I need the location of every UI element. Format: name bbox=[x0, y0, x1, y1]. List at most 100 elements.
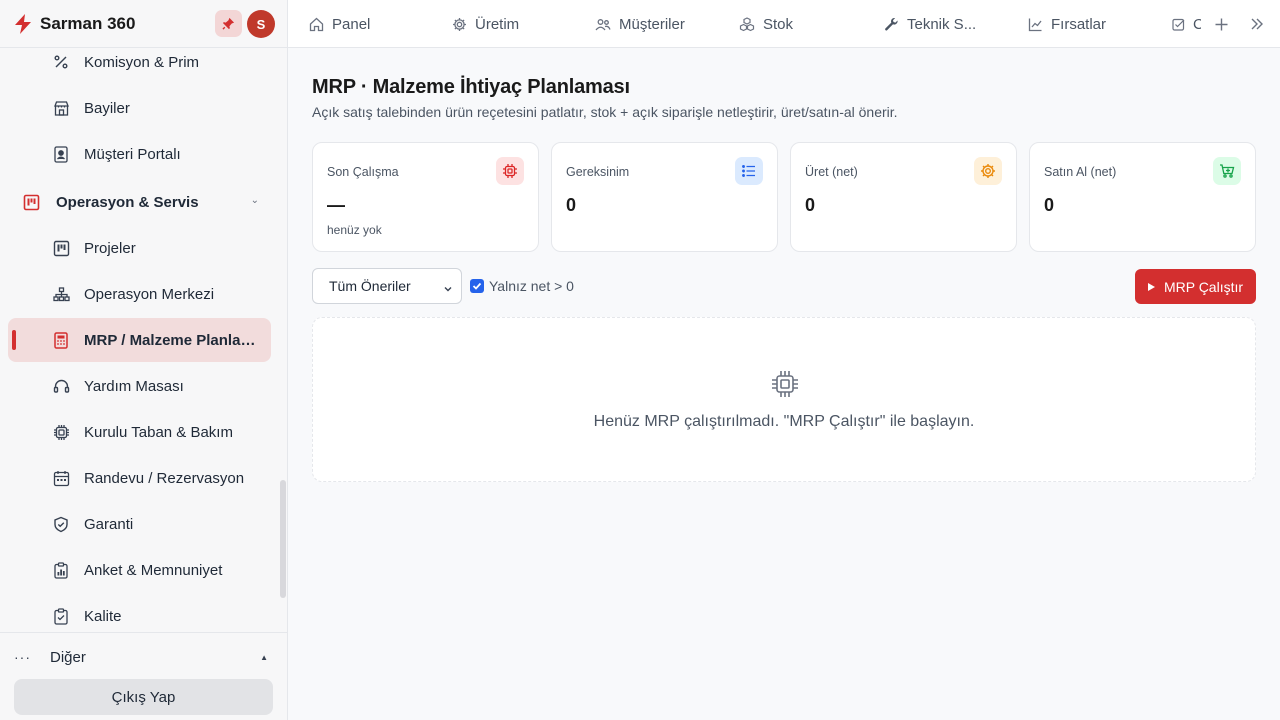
hierarchy-icon bbox=[52, 285, 70, 303]
survey-icon bbox=[52, 561, 70, 579]
sidebar-item-operasyon-merkezi[interactable]: Operasyon Merkezi bbox=[8, 272, 271, 316]
avatar[interactable]: S bbox=[247, 10, 275, 38]
sidebar-item-bayiler[interactable]: Bayiler bbox=[8, 86, 271, 130]
clipboard-check-icon bbox=[52, 607, 70, 625]
run-mrp-button[interactable]: MRP Çalıştır bbox=[1135, 269, 1256, 304]
empty-state-message: Henüz MRP çalıştırılmadı. "MRP Çalıştır"… bbox=[593, 413, 975, 430]
sidebar-item-mrp[interactable]: MRP / Malzeme Planlaması bbox=[8, 318, 271, 362]
gear-icon bbox=[974, 157, 1002, 185]
sidebar-group-operasyon-servis[interactable]: Operasyon & Servis ⌄ bbox=[8, 180, 271, 224]
bolt-icon bbox=[12, 13, 34, 35]
chip-icon bbox=[496, 157, 524, 185]
shield-icon bbox=[52, 515, 70, 533]
tab-label: Stok bbox=[763, 15, 794, 33]
cart-icon bbox=[1213, 157, 1241, 185]
stat-card-son-calisma: Son Çalışma — henüz yok bbox=[312, 142, 539, 252]
sidebar-item-komisyon[interactable]: Komisyon & Prim bbox=[8, 48, 271, 84]
tab-uretim[interactable]: Üretim bbox=[451, 0, 519, 48]
sidebar-item-label: MRP / Malzeme Planlaması bbox=[84, 331, 262, 349]
main-content: MRP · Malzeme İhtiyaç Planlaması Açık sa… bbox=[288, 48, 1280, 720]
sidebar-item-kurulu-taban[interactable]: Kurulu Taban & Bakım bbox=[8, 410, 271, 454]
net-only-checkbox[interactable] bbox=[470, 279, 484, 293]
add-tab-icon[interactable] bbox=[1211, 14, 1231, 34]
logout-button[interactable]: Çıkış Yap bbox=[14, 679, 273, 715]
brand-header: Sarman 360 S bbox=[0, 0, 287, 48]
sidebar-item-label: Yardım Masası bbox=[84, 377, 184, 395]
checkbox-icon bbox=[1172, 16, 1185, 32]
tab-panel[interactable]: Panel bbox=[308, 0, 370, 48]
empty-state-panel: Henüz MRP çalıştırılmadı. "MRP Çalıştır"… bbox=[312, 317, 1256, 482]
other-menu-toggle[interactable]: ··· Diğer ▲ bbox=[14, 643, 274, 671]
stat-card-gereksinim: Gereksinim 0 bbox=[551, 142, 778, 252]
sidebar-item-label: Bayiler bbox=[84, 99, 130, 117]
tab-label: C bbox=[1193, 15, 1201, 33]
sidebar-item-garanti[interactable]: Garanti bbox=[8, 502, 271, 546]
sidebar-item-kalite[interactable]: Kalite bbox=[8, 594, 271, 632]
sidebar-item-randevu[interactable]: Randevu / Rezervasyon bbox=[8, 456, 271, 500]
brand-name[interactable]: Sarman 360 bbox=[40, 14, 135, 34]
stat-card-satin-al-net: Satın Al (net) 0 bbox=[1029, 142, 1256, 252]
pin-icon[interactable] bbox=[215, 10, 242, 37]
card-value: 0 bbox=[805, 195, 816, 215]
operations-icon bbox=[22, 193, 40, 211]
sidebar-item-label: Anket & Memnuniyet bbox=[84, 561, 223, 579]
sidebar-scrollbar[interactable] bbox=[280, 480, 286, 598]
sidebar-item-label: Projeler bbox=[84, 239, 136, 257]
tab-label: Fırsatlar bbox=[1051, 15, 1107, 33]
sidebar-item-label: Kurulu Taban & Bakım bbox=[84, 423, 233, 441]
chip-icon bbox=[52, 423, 70, 441]
tab-truncated[interactable]: C bbox=[1172, 0, 1201, 48]
wrench-icon bbox=[883, 16, 899, 32]
top-tabs: Panel Üretim Müşteriler Stok Teknik S...… bbox=[288, 0, 1280, 48]
card-title: Gereksinim bbox=[566, 165, 630, 179]
tab-label: Teknik S... bbox=[907, 15, 977, 33]
card-title: Üret (net) bbox=[805, 165, 858, 179]
sidebar-item-musteri-portali[interactable]: Müşteri Portalı bbox=[8, 132, 271, 176]
tab-firsatlar[interactable]: Fırsatlar bbox=[1027, 0, 1106, 48]
chevrons-right-icon[interactable] bbox=[1247, 14, 1267, 34]
sidebar-item-anket[interactable]: Anket & Memnuniyet bbox=[8, 548, 271, 592]
tab-label: Üretim bbox=[475, 15, 520, 33]
calendar-icon bbox=[52, 469, 70, 487]
tab-musteriler[interactable]: Müşteriler bbox=[595, 0, 685, 48]
net-only-label[interactable]: Yalnız net > 0 bbox=[489, 278, 574, 294]
home-icon bbox=[308, 16, 324, 32]
play-icon bbox=[1147, 282, 1155, 291]
card-value: 0 bbox=[566, 195, 577, 215]
sidebar-nav: Komisyon & Prim Bayiler Müşteri Portalı … bbox=[0, 48, 287, 632]
card-value: 0 bbox=[1044, 195, 1055, 215]
run-mrp-label: MRP Çalıştır bbox=[1163, 278, 1244, 295]
sidebar-item-label: Müşteri Portalı bbox=[84, 145, 181, 163]
calculator-icon bbox=[52, 331, 70, 349]
portrait-icon bbox=[52, 145, 70, 163]
page-subtitle: Açık satış talebinden ürün reçetesini pa… bbox=[312, 104, 898, 120]
sidebar-group-label: Operasyon & Servis bbox=[56, 193, 199, 211]
sidebar-item-label: Komisyon & Prim bbox=[84, 53, 200, 71]
tab-teknik-servis[interactable]: Teknik S... bbox=[883, 0, 976, 48]
users-icon bbox=[595, 16, 611, 32]
chart-line-icon bbox=[1027, 16, 1043, 32]
sidebar-item-label: Operasyon Merkezi bbox=[84, 285, 215, 303]
card-title: Satın Al (net) bbox=[1044, 165, 1117, 179]
sidebar-item-label: Garanti bbox=[84, 515, 134, 533]
tab-stok[interactable]: Stok bbox=[739, 0, 793, 48]
sidebar-item-label: Kalite bbox=[84, 607, 122, 625]
tab-label: Müşteriler bbox=[619, 15, 685, 33]
other-label: Diğer bbox=[50, 648, 86, 666]
page-title: MRP · Malzeme İhtiyaç Planlaması bbox=[312, 76, 630, 98]
tab-label: Panel bbox=[332, 15, 371, 33]
gear-icon bbox=[451, 16, 467, 32]
card-title: Son Çalışma bbox=[327, 165, 399, 179]
sidebar-item-yardim-masasi[interactable]: Yardım Masası bbox=[8, 364, 271, 408]
sidebar-item-projeler[interactable]: Projeler bbox=[8, 226, 271, 270]
sidebar-item-label: Randevu / Rezervasyon bbox=[84, 469, 245, 487]
sidebar-footer: ··· Diğer ▲ Çıkış Yap bbox=[0, 632, 287, 720]
percent-icon bbox=[52, 53, 70, 71]
chevron-down-icon bbox=[443, 281, 453, 292]
card-subtext: henüz yok bbox=[327, 223, 382, 237]
suggestion-filter-select[interactable]: Tüm Öneriler bbox=[312, 268, 462, 304]
sidebar: Sarman 360 S Komisyon & Prim Bayiler Müş… bbox=[0, 0, 288, 720]
store-icon bbox=[52, 99, 70, 117]
headset-icon bbox=[52, 377, 70, 395]
chip-icon bbox=[769, 368, 801, 400]
